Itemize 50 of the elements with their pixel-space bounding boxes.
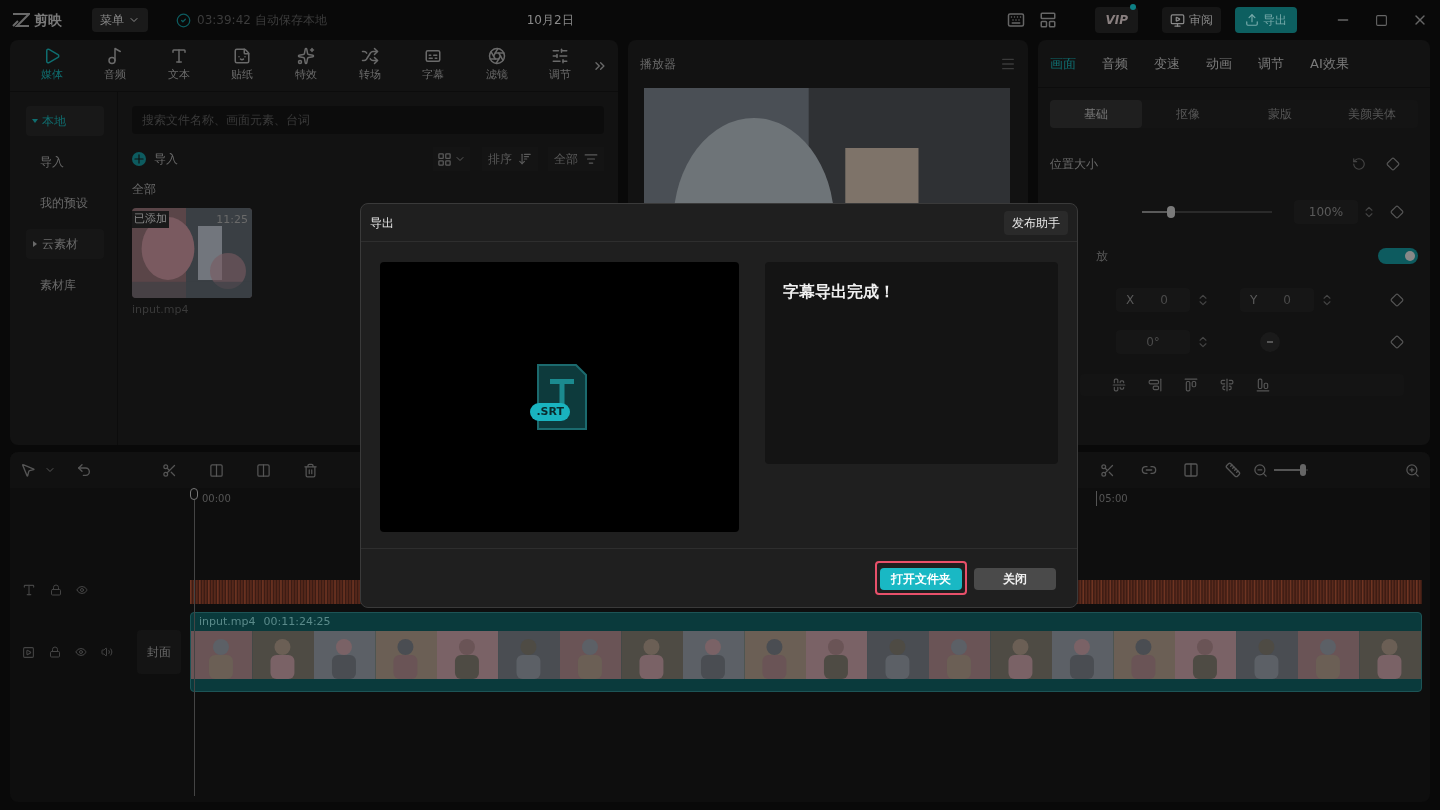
- sidebar-item[interactable]: 本地: [26, 106, 104, 136]
- section-title: 位置大小: [1050, 156, 1098, 173]
- media-tab[interactable]: 音频: [83, 41, 148, 90]
- close-button[interactable]: 关闭: [974, 568, 1056, 590]
- section-label: 全部: [132, 181, 157, 198]
- media-tab[interactable]: 调节: [528, 41, 593, 90]
- dialog-title: 导出: [370, 214, 394, 232]
- review-button[interactable]: 审阅: [1162, 7, 1221, 33]
- sub-tab[interactable]: 蒙版: [1234, 100, 1326, 128]
- media-tab[interactable]: 特效: [274, 41, 338, 90]
- sub-tab[interactable]: 抠像: [1142, 100, 1234, 128]
- sub-tab[interactable]: 美颜美体: [1326, 100, 1418, 128]
- ruler-time: 05:00: [1095, 491, 1128, 506]
- clip-duration: 00:11:24:25: [263, 613, 331, 630]
- field-label: Y: [1250, 292, 1258, 309]
- sidebar-item[interactable]: 素材库: [26, 270, 104, 300]
- project-date: 10月2日: [526, 12, 574, 29]
- added-badge: 已添加: [132, 211, 169, 228]
- scale-field[interactable]: 100%: [1294, 200, 1358, 224]
- media-tab[interactable]: 滤镜: [464, 41, 529, 90]
- sub-tab[interactable]: 基础: [1050, 100, 1142, 128]
- uniform-scale-label: 放: [1096, 248, 1108, 265]
- vip-button[interactable]: VIP: [1095, 7, 1138, 33]
- media-tab[interactable]: 字幕: [401, 41, 465, 90]
- clip-name: input.mp4: [199, 613, 256, 630]
- property-tab[interactable]: 动画: [1206, 53, 1232, 74]
- sidebar-item[interactable]: 导入: [26, 147, 104, 177]
- open-folder-button[interactable]: 打开文件夹: [880, 568, 962, 590]
- property-tab[interactable]: 变速: [1154, 53, 1180, 74]
- app-name: 剪映: [34, 10, 62, 30]
- publish-assistant-button[interactable]: 发布助手: [1004, 210, 1068, 235]
- field-label: X: [1126, 292, 1135, 309]
- export-button[interactable]: 导出: [1235, 7, 1297, 33]
- sidebar-item[interactable]: 云素材: [26, 229, 104, 259]
- video-clip[interactable]: input.mp4 00:11:24:25: [190, 612, 1422, 692]
- media-tab[interactable]: 贴纸: [210, 41, 275, 90]
- sidebar-item[interactable]: 我的预设: [26, 188, 104, 218]
- export-message: 字幕导出完成！: [782, 282, 895, 301]
- property-tab[interactable]: 音频: [1102, 53, 1128, 74]
- ruler-time: 00:00: [202, 492, 231, 506]
- cover-button[interactable]: 封面: [137, 630, 181, 674]
- import-button[interactable]: 导入: [132, 150, 178, 168]
- property-tab[interactable]: 调节: [1258, 53, 1284, 74]
- property-tab[interactable]: AI效果: [1310, 53, 1349, 74]
- media-tab[interactable]: 媒体: [20, 41, 84, 90]
- property-tab[interactable]: 画面: [1050, 53, 1076, 74]
- media-tab[interactable]: 文本: [147, 41, 211, 90]
- panel-title: 播放器: [640, 56, 676, 73]
- media-tab[interactable]: 转场: [337, 41, 402, 90]
- menu-dropdown[interactable]: 菜单: [92, 8, 148, 32]
